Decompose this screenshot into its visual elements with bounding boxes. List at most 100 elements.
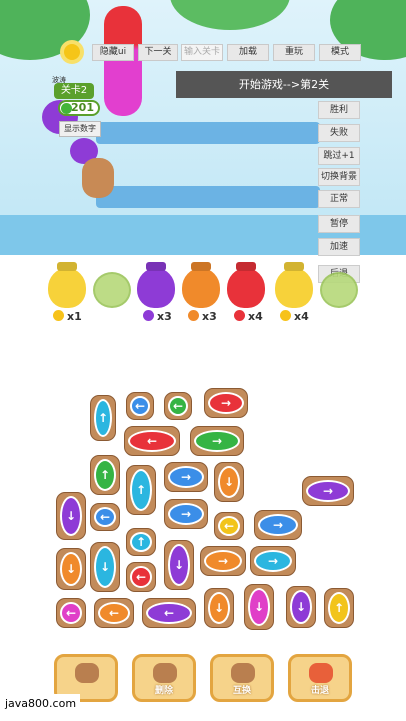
arrow-green-icon: ← [168,396,188,416]
jar-red[interactable] [227,268,265,308]
capybara-piece[interactable]: ← [90,503,120,531]
capybara-piece[interactable]: ↓ [204,588,234,628]
arrow-cyan-icon: ↓ [94,546,116,588]
capybara-piece[interactable]: ↓ [164,540,194,590]
capybara-piece[interactable]: → [250,546,296,576]
capybara-piece[interactable]: ↓ [286,586,316,628]
skip-button[interactable]: 跳过+1 [318,147,360,165]
knockback-button[interactable]: 击退 [288,654,352,702]
arrow-purple-icon: → [306,480,350,502]
capybara-piece[interactable]: ↑ [126,528,156,556]
capybara-piece[interactable]: ← [124,426,180,456]
arrow-blue-icon: → [168,503,204,525]
jar-count-yellow-1: x1 [53,310,82,323]
lily-pad-empty-1 [93,272,131,308]
capybara-piece[interactable]: → [190,426,244,456]
capybara-piece[interactable]: ← [56,598,86,628]
capybara-piece[interactable]: → [164,462,208,492]
capybara-piece[interactable]: → [254,510,302,540]
arrow-orange-icon: ↓ [60,552,82,586]
coin-icon [61,103,72,114]
hide-ui-button[interactable]: 隐藏ui [92,44,134,61]
arrow-purple-icon: ↓ [290,590,312,624]
mode-button[interactable]: 模式 [319,44,361,61]
swap-button[interactable]: 互换 [210,654,274,702]
capybara-icon [153,663,177,683]
arrow-purple-icon: ↓ [60,496,82,536]
capybara-piece[interactable]: ↑ [90,455,120,495]
jar-yellow-1[interactable] [48,268,86,308]
capybara-piece[interactable]: → [204,388,248,418]
arrow-red-icon: → [208,392,244,414]
capybara-piece[interactable]: ↑ [126,465,156,515]
arrow-red-icon: ← [130,566,152,588]
arrow-blue-icon: ← [94,507,116,527]
monkey-character [82,158,114,198]
arrow-yellow-icon: ← [218,516,240,536]
fish-icon [309,663,333,683]
arrow-yellow-icon: ↑ [328,592,350,624]
normal-speed-button[interactable]: 正常 [318,190,360,208]
arrow-green-icon: → [194,430,240,452]
arrow-orange-icon: ↓ [208,592,230,624]
level-badge: 关卡2 [54,83,94,99]
delete-button[interactable]: 删除 [132,654,196,702]
capybara-icon [75,663,99,683]
jar-yellow-2[interactable] [275,268,313,308]
speed-up-button[interactable]: 加速 [318,238,360,256]
show-numbers-button[interactable]: 显示数字 [59,121,101,137]
capybara-piece[interactable]: ← [164,392,192,420]
capybara-piece[interactable]: ← [94,598,134,628]
jar-count-purple: x3 [143,310,172,323]
arrow-cyan-icon: ↑ [130,469,152,511]
jar-orange[interactable] [182,268,220,308]
capybara-piece[interactable]: ← [126,562,156,592]
arrow-cyan-icon: ↑ [130,532,152,552]
arrow-cyan-icon: → [254,550,292,572]
capybara-piece[interactable]: ↓ [56,492,86,540]
capybara-piece[interactable]: → [164,499,208,529]
arrow-cyan-icon: ↑ [94,399,112,437]
status-banner: 开始游戏-->第2关 [176,71,392,98]
capybara-piece[interactable]: → [200,546,246,576]
capybara-piece[interactable]: ↓ [56,548,86,590]
switch-background-button[interactable]: 切换背景 [318,168,360,186]
arrow-pink-icon: ← [60,602,82,624]
next-level-button[interactable]: 下一关 [138,44,178,61]
pause-button[interactable]: 暂停 [318,215,360,233]
watermark: java800.com [0,694,80,714]
win-button[interactable]: 胜利 [318,101,360,119]
arrow-blue-icon: → [168,466,204,488]
jar-count-red: x4 [234,310,263,323]
level-input[interactable]: 输入关卡 [181,44,223,61]
arrow-green-icon: ↑ [94,459,116,491]
capybara-piece[interactable]: ↓ [90,542,120,592]
arrow-purple-icon: ← [146,602,192,624]
arrow-orange-icon: ↓ [218,466,240,498]
capybara-piece[interactable]: ↓ [244,584,274,630]
capybara-piece[interactable]: ↑ [90,395,116,441]
jar-count-yellow-2: x4 [280,310,309,323]
load-button[interactable]: 加载 [227,44,269,61]
capybara-piece[interactable]: → [302,476,354,506]
capybara-piece[interactable]: ↓ [214,462,244,502]
capybara-piece[interactable]: ← [142,598,196,628]
arrow-purple-icon: ↓ [168,544,190,586]
jar-count-orange: x3 [188,310,217,323]
coin-counter: 201 [58,100,100,116]
enemy-caterpillar [104,6,142,116]
capybara-piece[interactable]: ↑ [324,588,354,628]
jar-purple[interactable] [137,268,175,308]
coin-value: 201 [71,101,94,114]
lose-button[interactable]: 失败 [318,124,360,142]
arrow-orange-icon: ← [98,602,130,624]
path-lane-2 [96,186,320,208]
capybara-piece[interactable]: ← [126,392,154,420]
arrow-orange-icon: → [204,550,242,572]
arrow-blue-icon: → [258,514,298,536]
capybara-piece[interactable]: ← [214,512,244,540]
replay-button[interactable]: 重玩 [273,44,315,61]
arrow-blue-icon: ← [130,396,150,416]
path-lane-1 [96,122,320,144]
arrow-red-icon: ← [128,430,176,452]
